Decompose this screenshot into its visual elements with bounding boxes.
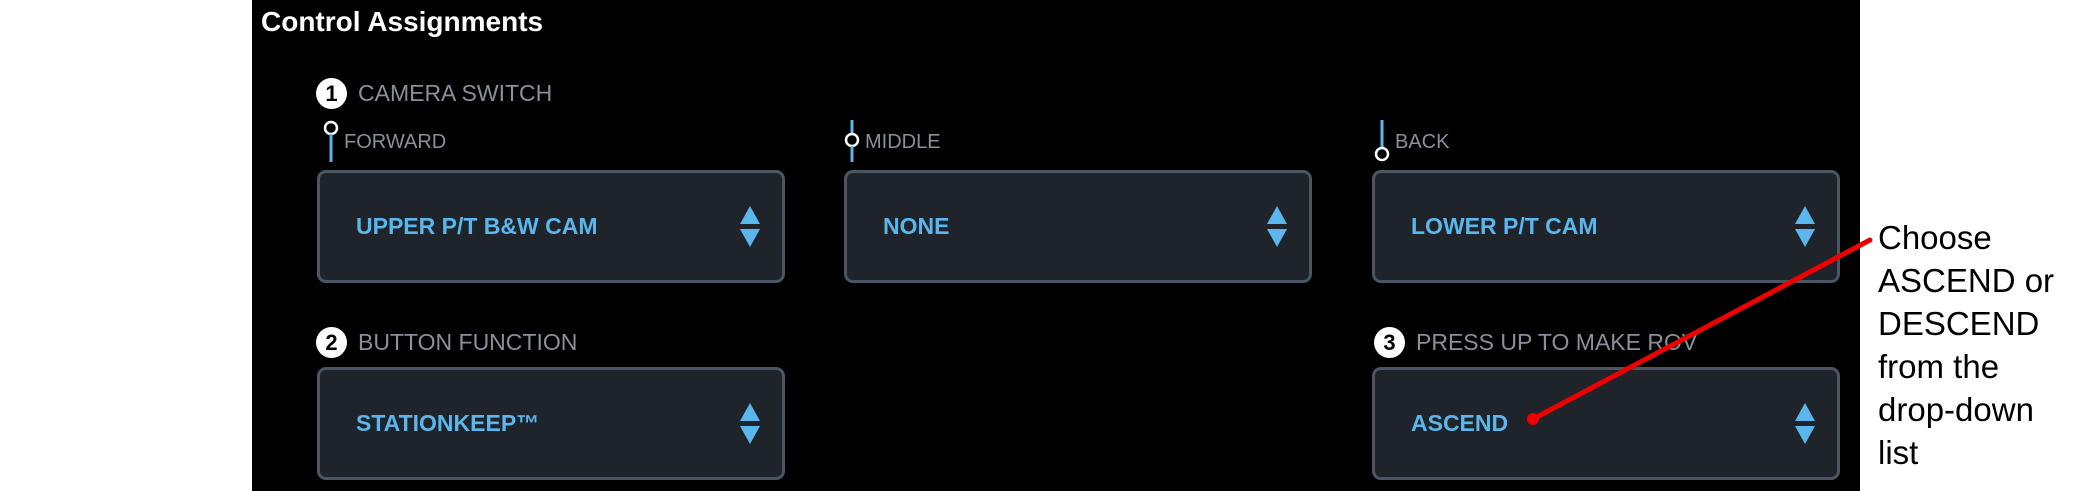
switch-back-icon	[1374, 120, 1390, 162]
section-label: PRESS UP TO MAKE ROV	[1416, 329, 1698, 355]
back-camera-dropdown[interactable]: LOWER P/T CAM	[1372, 170, 1840, 283]
forward-camera-dropdown[interactable]: UPPER P/T B&W CAM	[317, 170, 785, 283]
dropdown-value: STATIONKEEP™	[356, 410, 540, 436]
up-down-arrows-icon	[1795, 403, 1815, 444]
section-label: CAMERA SWITCH	[358, 80, 553, 106]
switch-middle-icon	[844, 120, 860, 162]
position-back: BACK	[1372, 120, 1449, 164]
middle-camera-dropdown[interactable]: NONE	[844, 170, 1312, 283]
up-down-arrows-icon	[740, 403, 760, 444]
step-number-badge: 3	[1374, 327, 1405, 358]
position-middle: MIDDLE	[842, 120, 941, 164]
callout-line: drop-down	[1878, 391, 2034, 428]
callout-line: list	[1878, 434, 1919, 471]
step-number-badge: 2	[316, 327, 347, 358]
section-label: BUTTON FUNCTION	[358, 329, 578, 355]
panel-title: Control Assignments	[261, 6, 544, 37]
position-label: FORWARD	[344, 130, 447, 153]
camera-switch-section: 1 CAMERA SWITCH	[316, 78, 552, 109]
callout-line: DESCEND	[1878, 305, 2040, 342]
dropdown-value: LOWER P/T CAM	[1411, 213, 1598, 239]
dropdown-value: UPPER P/T B&W CAM	[356, 213, 598, 239]
switch-forward-icon	[323, 120, 339, 162]
callout-text: Choose ASCEND or DESCEND from the drop-d…	[1878, 216, 2078, 474]
up-down-arrows-icon	[1795, 206, 1815, 247]
position-label: MIDDLE	[865, 130, 941, 153]
dropdown-value: NONE	[883, 213, 950, 239]
step-number-badge: 1	[316, 78, 347, 109]
callout-line: from the	[1878, 348, 2000, 385]
press-up-section: 3 PRESS UP TO MAKE ROV	[1374, 327, 1697, 358]
button-function-dropdown[interactable]: STATIONKEEP™	[317, 367, 785, 480]
up-down-arrows-icon	[740, 206, 760, 247]
callout-line: ASCEND or	[1878, 262, 2055, 299]
button-function-section: 2 BUTTON FUNCTION	[316, 327, 577, 358]
up-down-arrows-icon	[1267, 206, 1287, 247]
position-label: BACK	[1395, 130, 1450, 153]
dropdown-value: ASCEND	[1411, 410, 1509, 436]
control-assignments-panel: Control Assignments 1 CAMERA SWITCH FORW…	[252, 0, 1860, 491]
press-up-direction-dropdown[interactable]: ASCEND	[1372, 367, 1840, 480]
callout-line: Choose	[1878, 219, 1992, 256]
position-forward: FORWARD	[321, 120, 446, 164]
